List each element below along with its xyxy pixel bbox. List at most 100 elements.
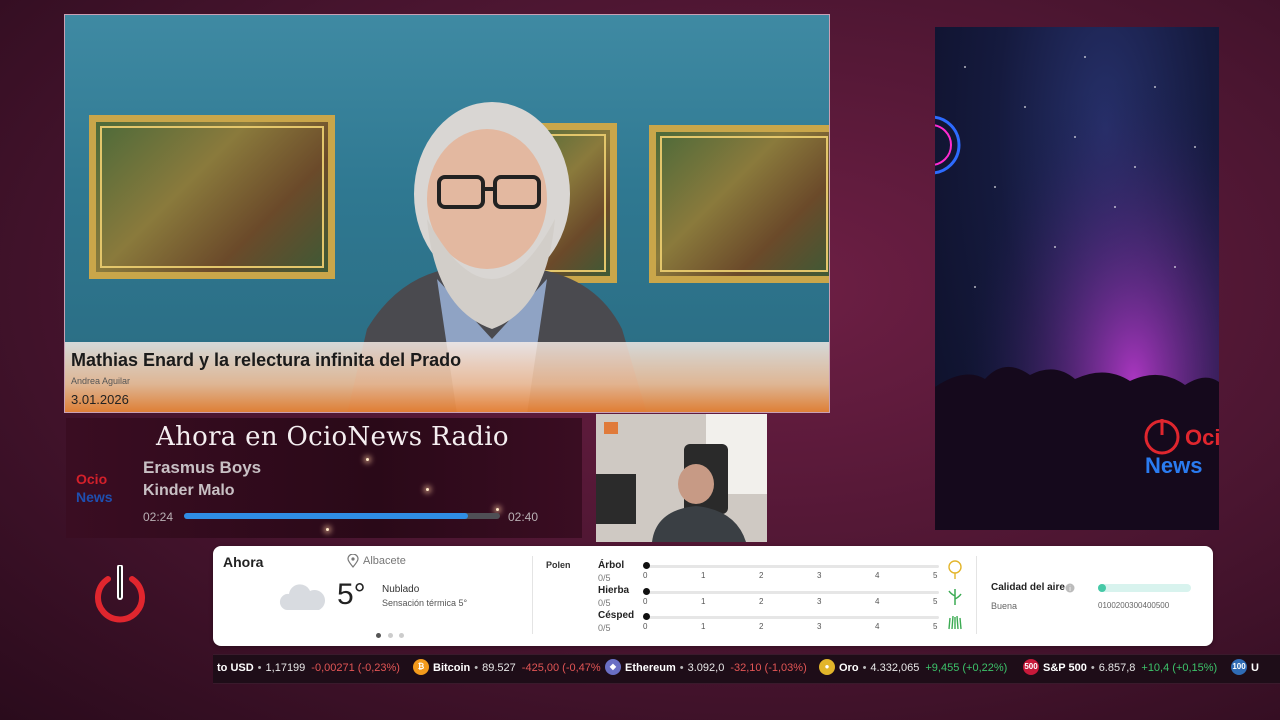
ethereum-icon: ◆ <box>605 659 621 675</box>
news-caption: Mathias Enard y la relectura infinita de… <box>65 342 829 412</box>
pollen-score: 0/5 <box>598 598 611 608</box>
gold-icon: ● <box>819 659 835 675</box>
ticker-name: Bitcoin <box>433 662 471 674</box>
pollen-scale-tick: 5 <box>933 571 938 580</box>
ticker-item[interactable]: Ethereum • 3.092,0 -32,10 (-1,03%) <box>625 662 813 674</box>
weather-temperature: 5° <box>337 578 366 611</box>
index-100-icon: 100 <box>1231 659 1247 675</box>
pollen-name: Árbol <box>598 560 625 571</box>
ticker-name: U <box>1251 662 1259 674</box>
weather-condition: Nublado <box>382 584 420 595</box>
ticker-separator: • <box>474 662 479 674</box>
location-pin-icon <box>347 554 359 568</box>
ticker-change: +10,4 (+0,15%) <box>1141 662 1218 674</box>
sparkle <box>426 488 429 491</box>
ticker-separator: • <box>257 662 262 674</box>
ticker-value: 4.332,065 <box>870 662 920 674</box>
pollen-name: Césped <box>598 610 635 621</box>
divider <box>976 556 977 634</box>
market-ticker: to USD • 1,17199 -0,00271 (-0,23%) ₿ Bitcoin •… <box>213 654 1280 684</box>
pollen-scale-tick: 2 <box>759 622 764 631</box>
divider <box>532 556 533 634</box>
ticker-separator: • <box>1090 662 1095 674</box>
ticker-change: -425,00 (-0,47% <box>521 662 601 674</box>
pollen-track <box>647 591 939 594</box>
ticker-item[interactable]: U <box>1251 662 1265 674</box>
pollen-scale-tick: 4 <box>875 571 880 580</box>
pollen-scale-tick: 3 <box>817 597 822 606</box>
bitcoin-icon: ₿ <box>413 659 429 675</box>
ticker-item[interactable]: S&P 500 • 6.857,8 +10,4 (+0,15%) <box>1043 662 1223 674</box>
song-progress-bar <box>184 513 500 519</box>
radio-now-playing: Ahora en OcioNews Radio Ocio News Erasmu… <box>66 418 582 538</box>
time-elapsed: 02:24 <box>143 510 174 524</box>
pollen-score: 0/5 <box>598 623 611 633</box>
ticker-item[interactable]: to USD • 1,17199 -0,00271 (-0,23%) <box>217 662 406 674</box>
pollen-scale-tick: 5 <box>933 622 938 631</box>
ticker-value: 1,17199 <box>265 662 306 674</box>
song-title: Kinder Malo <box>143 482 235 499</box>
pollen-name: Hierba <box>598 585 630 596</box>
weather-now-label: Ahora <box>223 554 264 570</box>
air-quality-marker <box>1098 584 1106 592</box>
air-quality-value: Buena <box>991 601 1018 611</box>
sparkle <box>366 458 369 461</box>
time-total: 02:40 <box>508 510 539 524</box>
song-artist: Erasmus Boys <box>143 458 262 477</box>
pollen-scale-tick: 5 <box>933 597 938 606</box>
weather-widget: Ahora Albacete 5° Nublado Sensación térm… <box>213 546 1213 646</box>
ocionews-logo: Ocio News <box>76 471 113 505</box>
painting-right <box>649 125 829 283</box>
air-quality-track <box>1098 584 1191 592</box>
ticker-change: +9,455 (+0,22%) <box>925 662 1008 674</box>
pollen-score: 0/5 <box>598 573 611 583</box>
sparkle <box>326 528 329 531</box>
ticker-separator: • <box>679 662 684 674</box>
pollen-scale-tick: 4 <box>875 597 880 606</box>
carousel-dot[interactable] <box>388 633 393 638</box>
ticker-value: 89.527 <box>482 662 516 674</box>
weather-feels-like: Sensación térmica 5° <box>382 598 468 608</box>
tree-icon <box>948 560 962 579</box>
pollen-scale-tick: 0 <box>643 597 648 606</box>
ticker-value: 6.857,8 <box>1098 662 1136 674</box>
side-logo-news: News <box>1145 453 1203 478</box>
ticker-value: 3.092,0 <box>687 662 725 674</box>
grass-icon <box>948 589 962 605</box>
ticker-item[interactable]: Bitcoin • 89.527 -425,00 (-0,47% <box>433 662 607 674</box>
pollen-marker <box>643 613 650 620</box>
ticker-item[interactable]: Oro • 4.332,065 +9,455 (+0,22%) <box>839 662 1013 674</box>
pollen-marker <box>643 588 650 595</box>
info-icon[interactable]: i <box>1065 583 1075 593</box>
ticker-name: Ethereum <box>625 662 676 674</box>
news-card[interactable]: Mathias Enard y la relectura infinita de… <box>64 14 830 413</box>
lawn-icon <box>948 615 962 630</box>
pollen-scale-tick: 2 <box>759 571 764 580</box>
pollen-scale-tick: 2 <box>759 597 764 606</box>
sparkle <box>496 508 499 511</box>
carousel-dot-active[interactable] <box>376 633 381 638</box>
pollen-track <box>647 565 939 568</box>
cloud-icon <box>279 584 325 610</box>
news-author: Andrea Aguilar <box>71 376 131 386</box>
news-date: 3.01.2026 <box>71 392 129 407</box>
pollen-scale-tick: 1 <box>701 597 706 606</box>
ticker-name: to USD <box>217 662 254 674</box>
pollen-scale-tick: 1 <box>701 571 706 580</box>
pollen-scale-tick: 4 <box>875 622 880 631</box>
painting-left <box>89 115 335 279</box>
carousel-dot[interactable] <box>399 633 404 638</box>
pollen-track <box>647 616 939 619</box>
pollen-marker <box>643 562 650 569</box>
sp500-icon: 500 <box>1023 659 1039 675</box>
pollen-scale-tick: 0 <box>643 622 648 631</box>
power-icon[interactable] <box>94 565 146 625</box>
side-logo-ocio: Ocio <box>1185 425 1219 450</box>
weather-location[interactable]: Albacete <box>363 555 406 567</box>
webcam-feed <box>596 414 767 542</box>
song-progress-fill <box>184 513 469 519</box>
news-title[interactable]: Mathias Enard y la relectura infinita de… <box>71 350 461 371</box>
ticker-separator: • <box>862 662 867 674</box>
ticker-change: -0,00271 (-0,23%) <box>311 662 400 674</box>
svg-text:Ocio: Ocio <box>76 471 107 487</box>
